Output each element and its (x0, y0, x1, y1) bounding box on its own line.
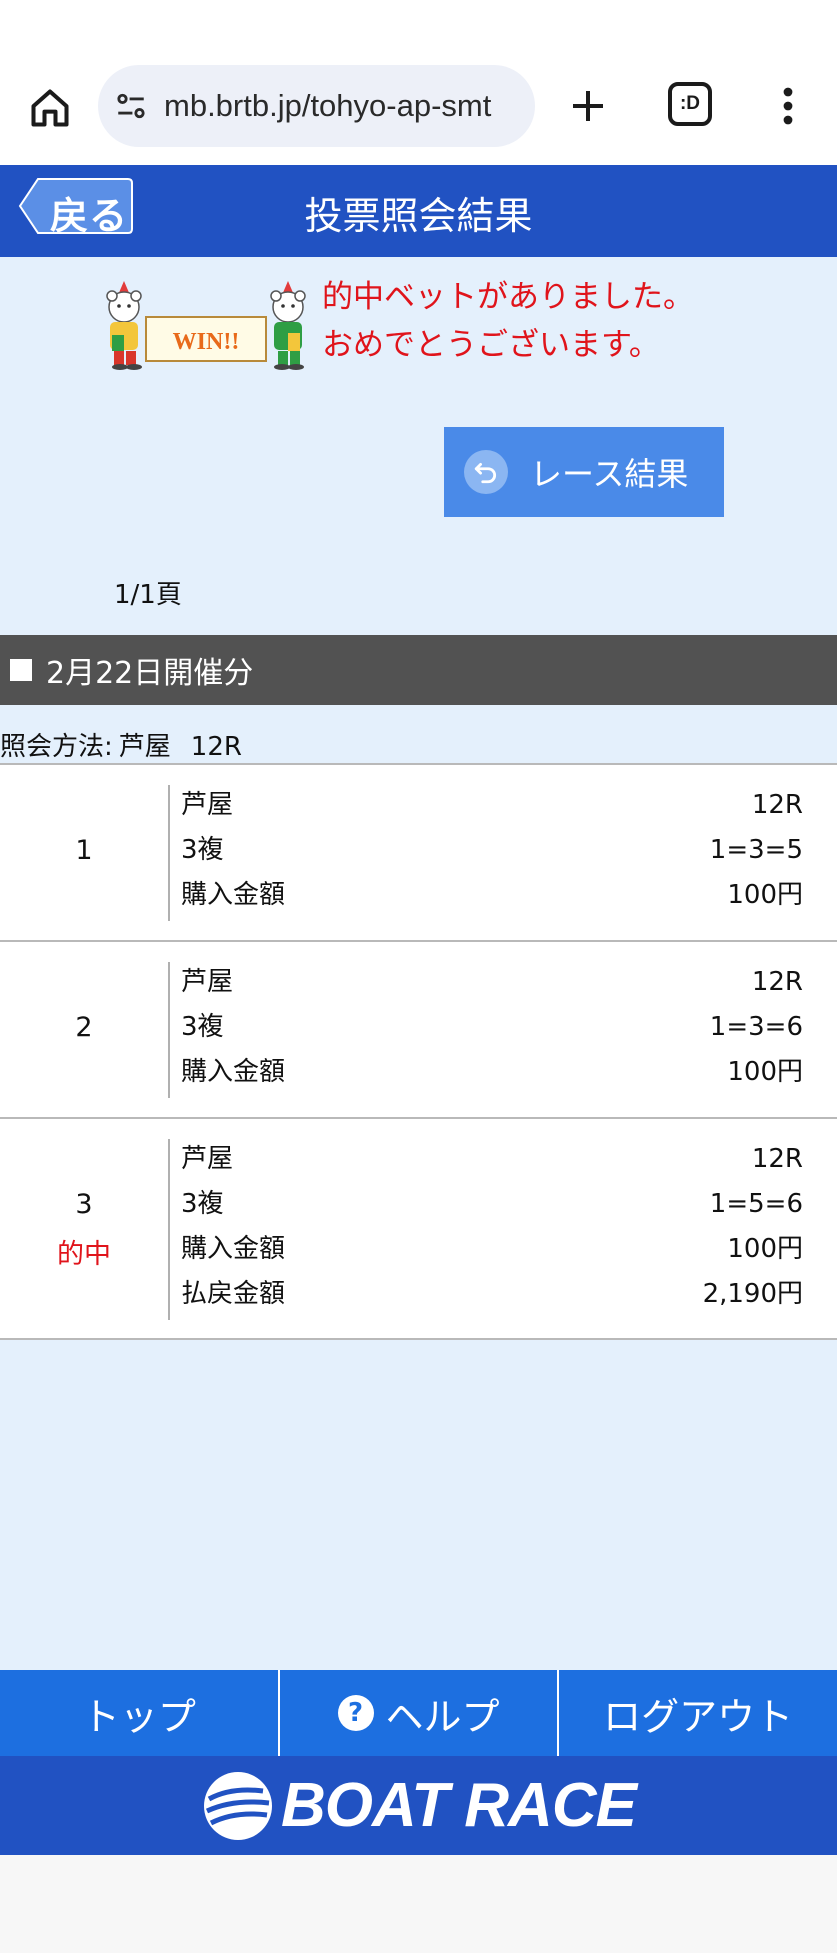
win-message-line1: 的中ベットがありました。 (322, 279, 694, 315)
bet-detail: 芦屋 12R 3複 1=3=5 購入金額 100円 (181, 783, 803, 918)
detail-value: 1=5=6 (709, 1189, 803, 1219)
plus-icon (573, 91, 603, 121)
nav-logout-label: ログアウト (603, 1694, 794, 1739)
more-vert-icon[interactable] (770, 78, 806, 134)
detail-label: 芦屋 (181, 967, 234, 997)
detail-line-payout: 払戻金額 2,190円 (181, 1272, 803, 1317)
detail-value: 100円 (727, 1057, 803, 1087)
detail-label: 3複 (181, 1012, 224, 1042)
inquiry-label: 照会方法: (0, 732, 113, 762)
win-bears-icon (106, 281, 306, 370)
detail-line-amount: 購入金額 100円 (181, 1050, 803, 1095)
tab-switcher-label: :D (679, 93, 701, 114)
detail-label: 3複 (181, 835, 224, 865)
bet-row: 3 的中 芦屋 12R 3複 1=5=6 購入金額 100円 払戻金額 2,190円 (0, 1119, 837, 1340)
bet-number: 3 (75, 1189, 93, 1220)
url-text[interactable]: mb.brtb.jp/tohyo-ap-smt (164, 88, 524, 124)
home-button[interactable] (22, 80, 78, 136)
detail-label: 3複 (181, 1189, 224, 1219)
detail-line-venue: 芦屋 12R (181, 783, 803, 828)
nav-logout-button[interactable]: ログアウト (557, 1670, 837, 1756)
bet-row: 1 芦屋 12R 3複 1=3=5 購入金額 100円 (0, 765, 837, 942)
column-divider (168, 962, 170, 1098)
bet-detail: 芦屋 12R 3複 1=5=6 購入金額 100円 払戻金額 2,190円 (181, 1137, 803, 1317)
bottom-blank-area (0, 1855, 837, 1953)
detail-line-venue: 芦屋 12R (181, 960, 803, 1005)
detail-value: 2,190円 (702, 1279, 803, 1309)
page-header: 戻る 投票照会結果 (0, 165, 837, 257)
hit-badge: 的中 (57, 1239, 111, 1270)
detail-line-bet-type: 3複 1=3=5 (181, 828, 803, 873)
boat-race-logo-icon (204, 1771, 273, 1840)
win-message-line2: おめでとうございます。 (322, 327, 660, 363)
detail-label: 芦屋 (181, 1144, 234, 1174)
page-title: 投票照会結果 (304, 194, 533, 238)
new-tab-button[interactable] (560, 78, 616, 134)
detail-value: 100円 (727, 880, 803, 910)
app-page: 戻る 投票照会結果 WIN!! 的中ベットがありました。 おめでとうございます。… (0, 165, 837, 1855)
address-bar[interactable]: mb.brtb.jp/tohyo-ap-smt (98, 65, 535, 147)
bet-number-cell: 3 的中 (0, 1189, 168, 1271)
site-settings-icon[interactable] (114, 89, 148, 123)
win-message: 的中ベットがありました。 おめでとうございます。 (322, 273, 694, 369)
nav-help-button[interactable]: ? ヘルプ (277, 1670, 558, 1756)
detail-label: 芦屋 (181, 790, 234, 820)
detail-line-venue: 芦屋 12R (181, 1137, 803, 1182)
tab-switcher-icon[interactable]: :D (668, 82, 712, 126)
page-count: 1/1頁 (114, 580, 182, 610)
date-header: 2月22日開催分 (0, 635, 837, 705)
detail-value: 12R (751, 790, 803, 820)
status-bar-area (0, 0, 837, 60)
bet-number-cell: 2 (0, 1012, 168, 1043)
detail-value: 1=3=6 (709, 1012, 803, 1042)
race-result-label: レース結果 (530, 455, 689, 493)
inquiry-method: 照会方法: 芦屋 12R (0, 726, 242, 763)
win-bear-logo: WIN!! (96, 277, 318, 373)
square-bullet-icon (10, 659, 32, 681)
nav-top-button[interactable]: トップ (0, 1670, 278, 1756)
footer-nav: トップ ? ヘルプ ログアウト (0, 1670, 837, 1756)
bet-number-cell: 1 (0, 835, 168, 866)
detail-label: 購入金額 (181, 1057, 286, 1087)
nav-top-label: トップ (81, 1694, 196, 1739)
inquiry-race: 12R (190, 732, 242, 762)
bet-number: 2 (75, 1012, 93, 1043)
inquiry-venue: 芦屋 (118, 732, 171, 762)
column-divider (168, 785, 170, 921)
detail-value: 100円 (727, 1234, 803, 1264)
detail-line-amount: 購入金額 100円 (181, 1227, 803, 1272)
home-icon (31, 89, 69, 127)
detail-line-amount: 購入金額 100円 (181, 873, 803, 918)
browser-toolbar: mb.brtb.jp/tohyo-ap-smt :D (0, 60, 837, 165)
bet-number: 1 (75, 835, 93, 866)
bet-table: 1 芦屋 12R 3複 1=3=5 購入金額 100円 2 芦屋 12R 3複 1=3=6… (0, 763, 837, 1340)
detail-value: 12R (751, 1144, 803, 1174)
undo-arrow-icon (464, 450, 508, 494)
detail-label: 購入金額 (181, 1234, 286, 1264)
bet-row: 2 芦屋 12R 3複 1=3=6 購入金額 100円 (0, 942, 837, 1119)
detail-label: 購入金額 (181, 880, 286, 910)
detail-value: 1=3=5 (709, 835, 803, 865)
bet-detail: 芦屋 12R 3複 1=3=6 購入金額 100円 (181, 960, 803, 1095)
date-label: 2月22日開催分 (46, 656, 254, 691)
detail-line-bet-type: 3複 1=5=6 (181, 1182, 803, 1227)
detail-value: 12R (751, 967, 803, 997)
brand-text: BOAT RACE (281, 1771, 637, 1840)
help-icon: ? (337, 1695, 374, 1731)
brand-footer: BOAT RACE (0, 1756, 837, 1855)
nav-help-label: ヘルプ (385, 1694, 500, 1739)
race-result-button[interactable]: レース結果 (444, 427, 724, 517)
column-divider (168, 1139, 170, 1320)
win-logo-text: WIN!! (172, 329, 240, 355)
detail-label: 払戻金額 (181, 1279, 286, 1309)
detail-line-bet-type: 3複 1=3=6 (181, 1005, 803, 1050)
